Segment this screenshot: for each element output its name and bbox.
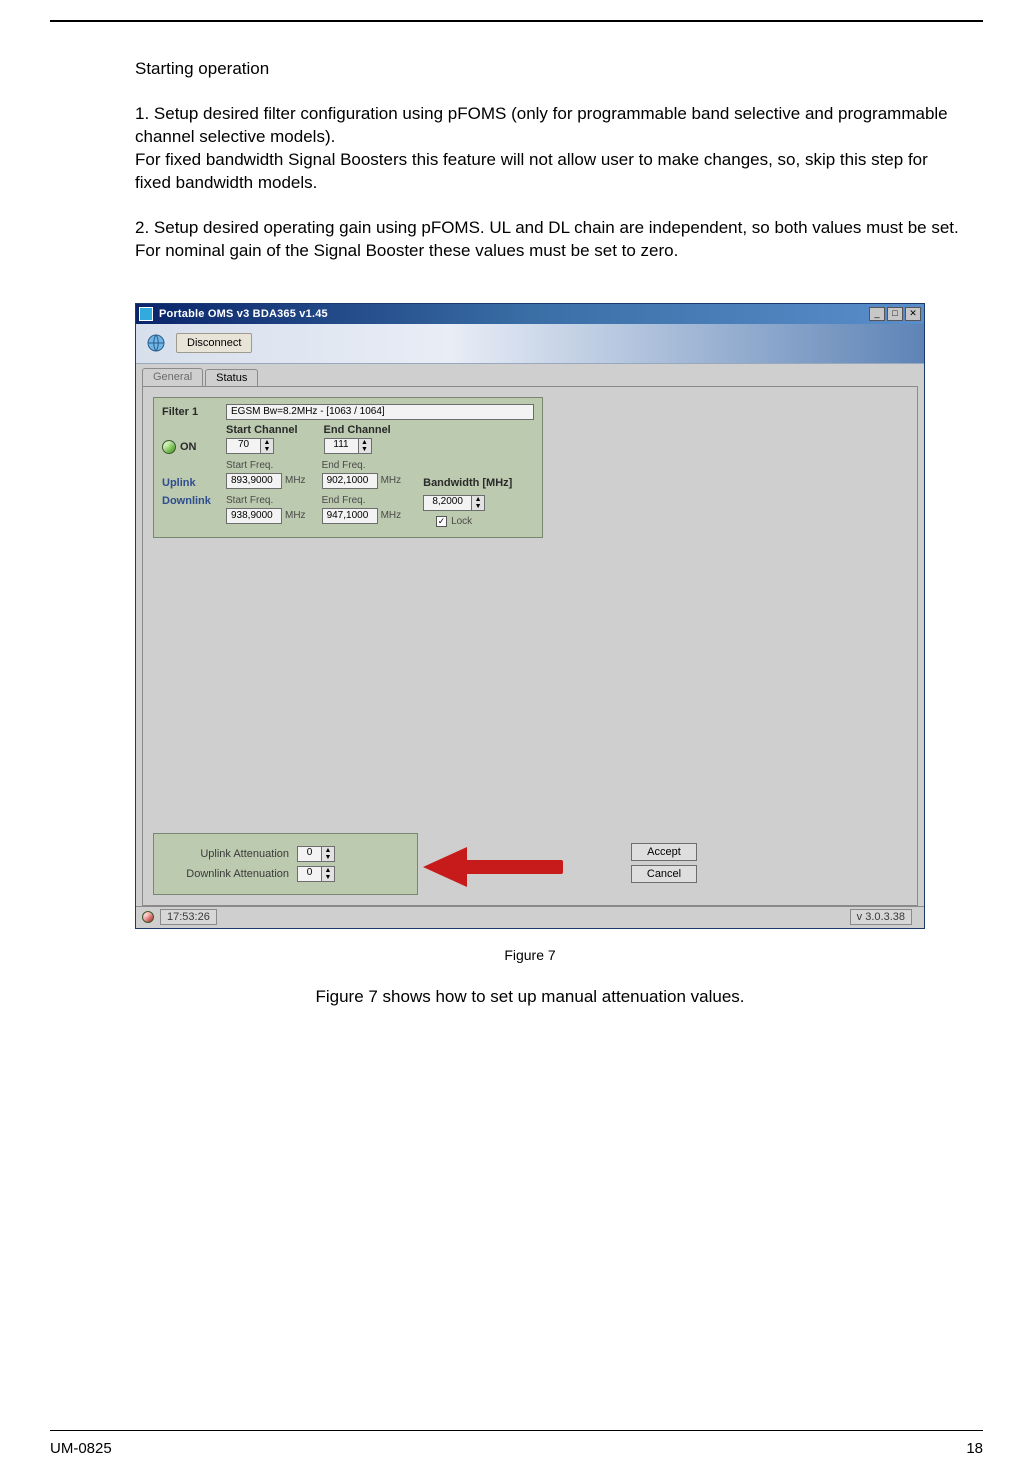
- cancel-button[interactable]: Cancel: [631, 865, 697, 883]
- filter-panel: Filter 1 EGSM Bw=8.2MHz - [1063 / 1064] …: [153, 397, 543, 538]
- ul-end-freq-input[interactable]: 902,1000: [322, 473, 378, 489]
- on-led-icon: [162, 440, 176, 454]
- disconnect-button[interactable]: Disconnect: [176, 333, 252, 353]
- end-channel-label: End Channel: [324, 424, 391, 436]
- start-channel-input[interactable]: 70 ▲▼: [226, 438, 298, 454]
- start-channel-label: Start Channel: [226, 424, 298, 436]
- footer-rule: [50, 1430, 983, 1431]
- titlebar: Portable OMS v3 BDA365 v1.45 _ □ ✕: [136, 304, 924, 324]
- footer-page-number: 18: [966, 1440, 983, 1457]
- dl-end-freq-label: End Freq.: [322, 495, 402, 506]
- mhz-unit: MHz: [285, 510, 306, 521]
- dl-start-freq-label: Start Freq.: [226, 495, 306, 506]
- close-button[interactable]: ✕: [905, 307, 921, 321]
- ul-start-freq-label: Start Freq.: [226, 460, 306, 471]
- downlink-label: Downlink: [162, 495, 218, 507]
- window-title: Portable OMS v3 BDA365 v1.45: [159, 308, 869, 320]
- statusbar: 17:53:26 v 3.0.3.38: [136, 906, 924, 928]
- mhz-unit: MHz: [285, 475, 306, 486]
- status-time: 17:53:26: [160, 909, 217, 925]
- downlink-atten-label: Downlink Attenuation: [164, 868, 289, 880]
- end-channel-input[interactable]: 111 ▲▼: [324, 438, 391, 454]
- globe-icon: [146, 333, 166, 353]
- ul-start-freq-input[interactable]: 893,9000: [226, 473, 282, 489]
- status-led-icon: [142, 911, 154, 923]
- tab-panel: Filter 1 EGSM Bw=8.2MHz - [1063 / 1064] …: [142, 386, 918, 906]
- app-icon: [139, 307, 153, 321]
- on-label: ON: [180, 441, 197, 453]
- uplink-atten-label: Uplink Attenuation: [164, 848, 289, 860]
- step1-text: 1. Setup desired filter configuration us…: [135, 104, 948, 146]
- app-window: Portable OMS v3 BDA365 v1.45 _ □ ✕ Disco…: [135, 303, 925, 929]
- lock-checkbox[interactable]: ✓: [436, 516, 447, 527]
- dl-start-freq-input[interactable]: 938,9000: [226, 508, 282, 524]
- uplink-label: Uplink: [162, 477, 218, 489]
- dl-end-freq-input[interactable]: 947,1000: [322, 508, 378, 524]
- step1-note: For fixed bandwidth Signal Boosters this…: [135, 150, 928, 192]
- tab-general[interactable]: General: [142, 368, 203, 386]
- downlink-atten-input[interactable]: 0 ▲▼: [297, 866, 335, 882]
- mhz-unit: MHz: [381, 510, 402, 521]
- toolbar: Disconnect: [136, 324, 924, 364]
- filter-summary[interactable]: EGSM Bw=8.2MHz - [1063 / 1064]: [226, 404, 534, 420]
- figure-caption: Figure 7: [135, 947, 925, 963]
- figure-description: Figure 7 shows how to set up manual atte…: [135, 987, 925, 1007]
- mhz-unit: MHz: [381, 475, 402, 486]
- filter-title: Filter 1: [162, 406, 218, 418]
- status-version: v 3.0.3.38: [850, 909, 912, 925]
- step2-note: For nominal gain of the Signal Booster t…: [135, 241, 678, 260]
- ul-end-freq-label: End Freq.: [322, 460, 402, 471]
- footer-doc-id: UM-0825: [50, 1440, 112, 1457]
- arrow-annotation-icon: [423, 847, 563, 887]
- uplink-atten-input[interactable]: 0 ▲▼: [297, 846, 335, 862]
- lock-label: Lock: [451, 516, 472, 527]
- minimize-button[interactable]: _: [869, 307, 885, 321]
- top-rule: [50, 20, 983, 22]
- section-heading: Starting operation: [135, 58, 963, 81]
- bandwidth-label: Bandwidth [MHz]: [423, 477, 512, 489]
- attenuation-panel: Uplink Attenuation 0 ▲▼ Downlink Attenua…: [153, 833, 418, 895]
- step2-text: 2. Setup desired operating gain using pF…: [135, 218, 959, 237]
- maximize-button[interactable]: □: [887, 307, 903, 321]
- bandwidth-input[interactable]: 8,2000 ▲▼: [423, 495, 485, 511]
- tab-status[interactable]: Status: [205, 369, 258, 387]
- accept-button[interactable]: Accept: [631, 843, 697, 861]
